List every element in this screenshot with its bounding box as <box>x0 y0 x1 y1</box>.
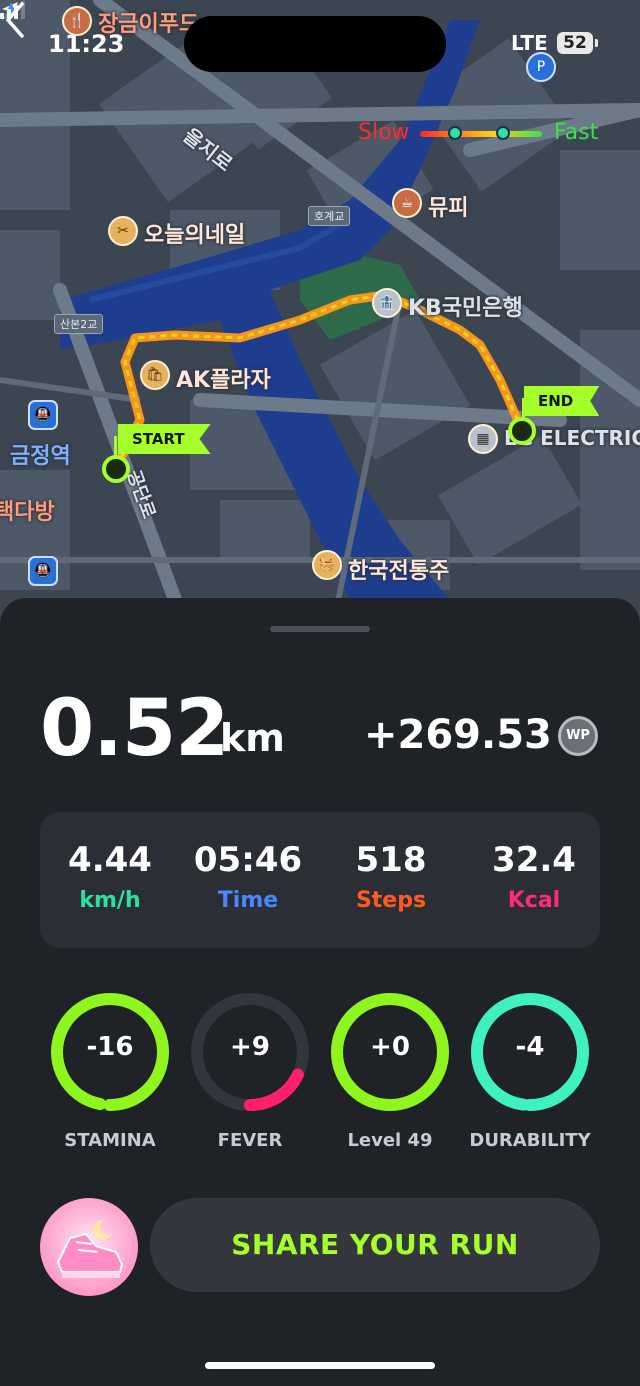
map-sign-bridge-2: 산본2교 <box>54 314 104 334</box>
durability-label: DURABILITY <box>469 1130 591 1151</box>
map-label-nail: 오늘의네일 <box>144 223 246 248</box>
end-flag: END <box>524 386 600 416</box>
parking-icon: P <box>526 52 556 82</box>
stat-kcal: 32.4 Kcal <box>464 840 604 913</box>
cafe-icon: ☕ <box>392 188 422 218</box>
end-pin <box>508 417 536 445</box>
nail-shop-icon: ✂ <box>108 216 138 246</box>
stat-time-value: 05:46 <box>193 840 303 880</box>
wp-earned-amount: +269.53 <box>364 712 552 758</box>
stat-time-label: Time <box>217 888 279 913</box>
home-indicator[interactable] <box>205 1362 435 1369</box>
stat-speed-value: 4.44 <box>68 840 152 880</box>
network-type: LTE <box>511 31 548 55</box>
status-time: 11:23 <box>48 30 125 58</box>
level-value: +0 <box>370 1032 410 1062</box>
start-pin <box>102 455 130 483</box>
level-label: Level 49 <box>347 1130 433 1151</box>
route-map[interactable]: 🍴 장금이푸드 P 을지로 ✂ 오늘의네일 호계교 ☕ 뮤피 산본2교 🏦 KB… <box>0 0 640 640</box>
stat-speed: 4.44 km/h <box>40 840 180 913</box>
subway-icon: 🚇 <box>28 400 58 430</box>
distance-unit: km <box>220 716 285 760</box>
distance-value: 0.52 <box>40 684 229 774</box>
legend-marker-low <box>448 126 462 140</box>
stamina-value: -16 <box>86 1032 134 1062</box>
map-sign-bridge-1: 호계교 <box>308 206 351 226</box>
stat-kcal-value: 32.4 <box>492 840 576 880</box>
level-gauge: +0 <box>328 990 452 1114</box>
stats-card: 4.44 km/h 05:46 Time 518 Steps 32.4 Kcal <box>40 812 600 948</box>
stat-speed-label: km/h <box>79 888 141 913</box>
map-label-market: 한국전통주 <box>348 559 450 584</box>
dynamic-island <box>184 16 446 72</box>
start-flag: START <box>118 424 211 454</box>
fever-value: +9 <box>230 1032 270 1062</box>
bank-icon: 🏦 <box>372 288 402 318</box>
fever-gauge: +9 <box>188 990 312 1114</box>
stamina-gauge: -16 <box>48 990 172 1114</box>
stat-kcal-label: Kcal <box>507 888 561 913</box>
legend-fast-label: Fast <box>554 120 599 145</box>
durability-value: -4 <box>515 1032 545 1062</box>
map-label-cafe: 뮤피 <box>428 196 469 221</box>
wp-token-icon: WP <box>558 716 598 756</box>
stat-time: 05:46 Time <box>178 840 318 913</box>
share-run-button[interactable]: SHARE YOUR RUN <box>150 1198 600 1292</box>
speed-legend: Slow Fast <box>358 118 608 150</box>
fever-label: FEVER <box>217 1130 283 1151</box>
legend-slow-label: Slow <box>358 120 410 145</box>
map-label-plaza: AK플라자 <box>176 368 271 393</box>
stat-steps-value: 518 <box>355 840 427 880</box>
market-icon: 🧺 <box>312 550 342 580</box>
stamina-label: STAMINA <box>64 1130 156 1151</box>
legend-gradient-bar <box>420 131 542 137</box>
map-label-left-mid: 택다방 <box>0 500 55 525</box>
sheet-grabber[interactable] <box>270 626 370 632</box>
building-icon: ▦ <box>468 424 498 454</box>
map-label-bank: KB국민은행 <box>408 296 523 321</box>
sneaker-icon <box>56 1219 124 1278</box>
durability-gauge: -4 <box>468 990 592 1114</box>
legend-marker-high <box>496 126 510 140</box>
subway-icon-2: 🚇 <box>28 556 58 586</box>
battery-icon: 52 <box>557 32 598 54</box>
run-summary-sheet: 0.52 km +269.53 WP 4.44 km/h 05:46 Time … <box>0 598 640 1386</box>
map-label-station: 금정역 <box>10 444 71 469</box>
back-chevron-icon[interactable] <box>0 0 36 40</box>
sneaker-avatar[interactable] <box>40 1198 138 1296</box>
shopping-icon: 🛍 <box>140 360 170 390</box>
stat-steps: 518 Steps <box>321 840 461 913</box>
stat-steps-label: Steps <box>355 888 427 913</box>
